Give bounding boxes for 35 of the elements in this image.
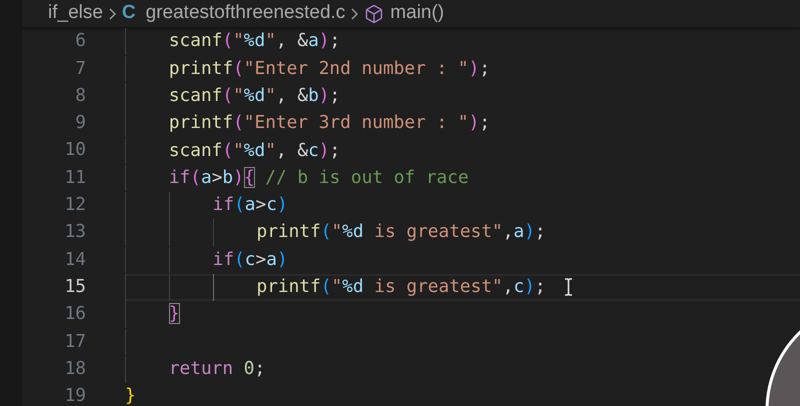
line-number: 16: [64, 302, 86, 326]
line-number: 12: [64, 193, 86, 218]
code-line: scanf("%d", &a);: [168, 29, 340, 54]
code-line: }: [168, 302, 180, 326]
code-line: printf("Enter 2nd number : ");: [168, 56, 490, 81]
code-line: scanf("%d", &c);: [168, 138, 340, 162]
code-line: scanf("%d", &b);: [168, 84, 340, 108]
breadcrumb-item[interactable]: greatestofthreenested.c: [146, 0, 346, 28]
line-number: 17: [64, 330, 86, 354]
code-line: return 0;: [168, 356, 266, 381]
breadcrumb-item[interactable]: main(): [390, 0, 444, 28]
line-number: 9: [74, 111, 86, 136]
line-number: 7: [74, 56, 86, 81]
line-number: 14: [64, 248, 86, 272]
code-line: printf("%d is greatest",c);: [256, 274, 546, 299]
line-number: 19: [64, 384, 86, 406]
code-line: printf("Enter 3rd number : ");: [168, 111, 490, 136]
line-number: 8: [74, 84, 86, 108]
line-number: 18: [64, 356, 86, 381]
cube-icon: [364, 4, 384, 24]
chevron-icon: [108, 8, 116, 20]
code-line: if(a>c): [212, 193, 288, 218]
line-number: 11: [64, 166, 86, 190]
chevron-icon: [351, 8, 358, 20]
line-number: 15: [64, 274, 86, 299]
line-number: 13: [64, 220, 86, 244]
code-line: }: [125, 384, 136, 406]
breadcrumb-item[interactable]: if_else: [48, 0, 103, 28]
code-line: printf("%d is greatest",a);: [256, 220, 546, 244]
line-number: 10: [64, 138, 86, 162]
line-number: 6: [74, 29, 86, 54]
text-cursor-icon: [564, 278, 573, 296]
c-file-icon: C: [122, 0, 136, 28]
code-line: if(c>a): [212, 248, 288, 272]
code-line: if(a>b){ // b is out of race: [168, 166, 469, 190]
